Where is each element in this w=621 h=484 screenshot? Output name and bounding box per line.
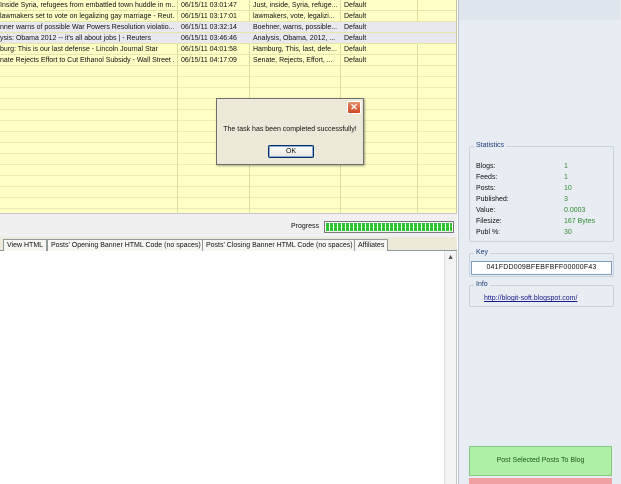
- table-row[interactable]: lawmakers set to vote on legalizing gay …: [0, 11, 456, 22]
- post-title-cell: Inside Syria, refugees from embattled to…: [0, 2, 175, 9]
- post-title-cell: ysis: Obama 2012 -- it's all about jobs …: [0, 35, 151, 42]
- tab-affiliates[interactable]: Affiliates: [354, 239, 389, 251]
- ok-button[interactable]: OK: [268, 145, 314, 158]
- progress-bar: [324, 221, 454, 233]
- post-keywords-cell: lawmakers, vote, legalizi...: [253, 13, 335, 20]
- stat-label-filesize: Filesize:: [476, 218, 502, 225]
- stat-value-publ-percent: 30: [564, 229, 572, 236]
- post-date-cell: 06/15/11 03:17:01: [181, 13, 237, 20]
- dialog-message: The task has been completed successfully…: [223, 126, 357, 133]
- post-category-cell: Default: [344, 57, 367, 64]
- post-keywords-cell: Hamburg, This, last, defe...: [253, 46, 337, 53]
- grid-line: [0, 175, 456, 176]
- stat-value-value: 0.0003: [564, 207, 586, 214]
- completion-dialog: ✕ The task has been completed successful…: [216, 98, 364, 165]
- post-category-cell: Default: [344, 24, 367, 31]
- stat-label-posts: Posts:: [476, 185, 496, 192]
- stat-label-value: Value:: [476, 207, 496, 214]
- table-row[interactable]: Inside Syria, refugees from embattled to…: [0, 0, 456, 11]
- close-icon[interactable]: ✕: [347, 101, 361, 114]
- post-keywords-cell: Analysis, Obama, 2012, ...: [253, 35, 336, 42]
- post-category-cell: Default: [344, 2, 367, 9]
- stat-value-filesize: 167 Bytes: [564, 218, 596, 225]
- post-date-cell: 06/15/11 03:46:46: [181, 35, 237, 42]
- post-category-cell: Default: [344, 46, 367, 53]
- tab-opening-banner[interactable]: Posts' Opening Banner HTML Code (no spac…: [47, 239, 205, 251]
- post-title-cell: burg: This is our last defense - Lincoln…: [0, 46, 158, 53]
- table-row[interactable]: nner warns of possible War Powers Resolu…: [0, 22, 456, 33]
- grid-line: [0, 197, 456, 198]
- stat-label-blogs: Blogs:: [476, 163, 496, 170]
- grid-line: [0, 186, 456, 187]
- statistics-title: Statistics: [474, 142, 507, 149]
- stat-label-published: Published:: [476, 196, 509, 203]
- post-date-cell: 06/15/11 04:01:58: [181, 46, 237, 53]
- editor-scrollbar[interactable]: ▲: [444, 251, 456, 484]
- tab-closing-banner[interactable]: Posts' Closing Banner HTML Code (no spac…: [202, 239, 357, 251]
- info-group: Info http://blogit-soft.blogspot.com/: [469, 281, 614, 307]
- stat-value-feeds: 1: [564, 174, 568, 181]
- post-title-cell: lawmakers set to vote on legalizing gay …: [0, 13, 175, 20]
- html-editor[interactable]: ▲: [0, 251, 457, 484]
- stat-value-published: 3: [564, 196, 568, 203]
- info-link[interactable]: http://blogit-soft.blogspot.com/: [484, 295, 577, 302]
- post-keywords-cell: Senate, Rejects, Effort, ...: [253, 57, 333, 64]
- grid-line: [0, 87, 456, 88]
- key-group: Key 041FDD009BFEBFBFF00000F43: [469, 249, 614, 277]
- grid-line: [0, 208, 456, 209]
- post-title-cell: nner warns of possible War Powers Resolu…: [0, 24, 175, 31]
- key-title: Key: [474, 249, 491, 256]
- post-date-cell: 06/15/11 03:01:47: [181, 2, 237, 9]
- progress-fill: [326, 223, 452, 231]
- post-category-cell: Default: [344, 13, 367, 20]
- info-title: Info: [474, 281, 490, 288]
- editor-tabs: View HTML Posts' Opening Banner HTML Cod…: [0, 237, 457, 251]
- post-category-cell: Default: [344, 35, 367, 42]
- progress-area: Progress: [0, 213, 457, 237]
- scroll-up-arrow-icon[interactable]: ▲: [447, 254, 454, 261]
- stat-value-posts: 10: [564, 185, 572, 192]
- post-keywords-cell: Just, inside, Syria, refuge...: [253, 2, 338, 9]
- table-row[interactable]: ysis: Obama 2012 -- it's all about jobs …: [0, 33, 456, 44]
- grid-line: [0, 76, 456, 77]
- secondary-button-edge[interactable]: [469, 478, 612, 484]
- post-date-cell: 06/15/11 03:32:14: [181, 24, 237, 31]
- post-date-cell: 06/15/11 04:17:09: [181, 57, 237, 64]
- stat-label-publ-percent: Publ %:: [476, 229, 501, 236]
- post-selected-button[interactable]: Post Selected Posts To Blog: [469, 446, 612, 476]
- tab-view-html[interactable]: View HTML: [3, 239, 48, 251]
- progress-label: Progress: [291, 223, 320, 230]
- side-panel: Statistics Blogs: 1 Feeds: 1 Posts: 10 P…: [458, 0, 621, 484]
- key-field[interactable]: 041FDD009BFEBFBFF00000F43: [471, 261, 612, 275]
- statistics-group: Statistics Blogs: 1 Feeds: 1 Posts: 10 P…: [469, 142, 614, 242]
- post-keywords-cell: Boehner, warns, possible...: [253, 24, 338, 31]
- post-title-cell: nate Rejects Effort to Cut Ethanol Subsi…: [0, 57, 175, 64]
- panel-top-strip: [459, 0, 620, 20]
- stat-label-feeds: Feeds:: [476, 174, 498, 181]
- table-row[interactable]: nate Rejects Effort to Cut Ethanol Subsi…: [0, 55, 456, 66]
- table-row[interactable]: burg: This is our last defense - Lincoln…: [0, 44, 456, 55]
- stat-value-blogs: 1: [564, 163, 568, 170]
- dialog-titlebar[interactable]: ✕: [217, 99, 363, 116]
